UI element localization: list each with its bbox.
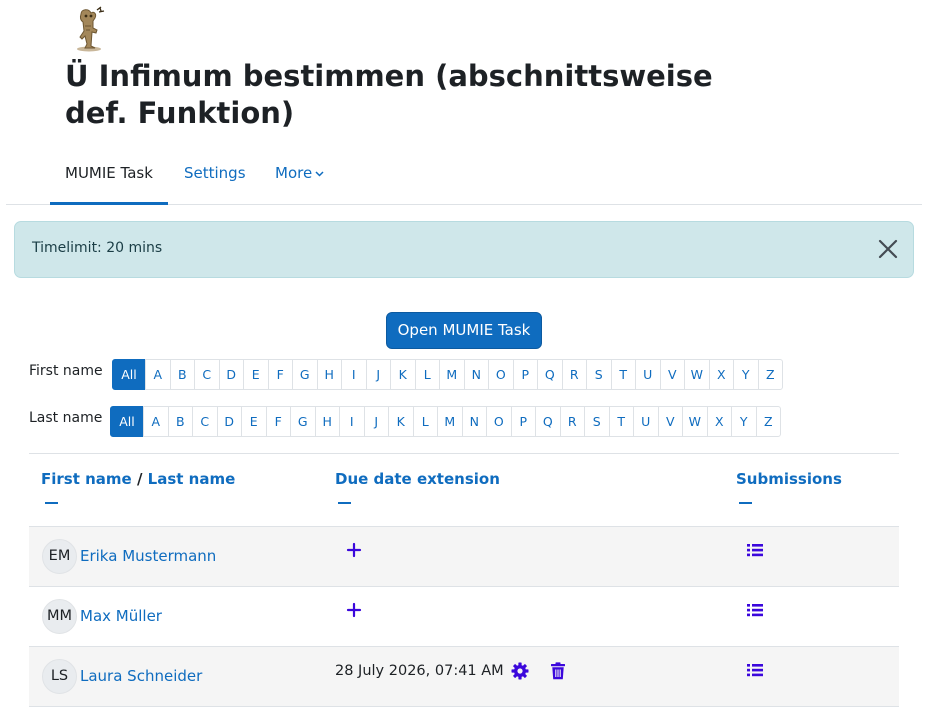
first-name-initial-v[interactable]: V [659,359,685,390]
last-name-initial-f[interactable]: F [265,406,291,437]
trash-icon[interactable] [550,662,566,680]
first-name-initial-p[interactable]: P [512,359,538,390]
collapse-due-date-column[interactable] [338,502,351,504]
last-name-initial-i[interactable]: I [339,406,365,437]
last-name-initial-q[interactable]: Q [535,406,561,437]
submissions-column-header[interactable]: Submissions [736,470,842,488]
first-name-initial-k[interactable]: K [390,359,416,390]
first-name-filter-label: First name [29,363,103,379]
avatar: LS [42,659,77,694]
sort-first-name-link[interactable]: First name [41,470,132,488]
table-row: MM Max Müller [29,587,899,647]
user-name-link[interactable]: Erika Mustermann [80,547,216,565]
last-name-initial-e[interactable]: E [241,406,267,437]
first-name-initial-d[interactable]: D [218,359,244,390]
last-name-initial-m[interactable]: M [437,406,463,437]
last-name-initial-p[interactable]: P [510,406,536,437]
name-column-header: First name / Last name [41,470,235,488]
first-name-initial-q[interactable]: Q [537,359,563,390]
due-date-value: 28 July 2026, 07:41 AM [335,663,504,679]
last-name-initial-n[interactable]: N [461,406,487,437]
sort-last-name-link[interactable]: Last name [148,470,236,488]
first-name-initial-x[interactable]: X [708,359,734,390]
first-name-initial-o[interactable]: O [488,359,514,390]
tab-more-label: More [275,164,313,182]
last-name-initial-k[interactable]: K [388,406,414,437]
user-name-link[interactable]: Laura Schneider [80,667,202,685]
first-name-initial-w[interactable]: W [684,359,710,390]
last-name-initial-b[interactable]: B [167,406,193,437]
last-name-initial-c[interactable]: C [192,406,218,437]
first-name-initial-t[interactable]: T [610,359,636,390]
first-name-initial-r[interactable]: R [561,359,587,390]
close-icon[interactable] [877,238,899,260]
last-name-initial-d[interactable]: D [216,406,242,437]
last-name-initial-z[interactable]: Z [755,406,781,437]
first-name-initial-all[interactable]: All [112,359,146,390]
last-name-initial-x[interactable]: X [706,406,732,437]
tab-settings[interactable]: Settings [184,152,246,205]
participants-table: First name / Last name Due date extensio… [29,453,899,707]
open-mumie-task-button[interactable]: Open MUMIE Task [386,312,542,349]
first-name-initial-y[interactable]: Y [733,359,759,390]
last-name-initial-y[interactable]: Y [731,406,757,437]
activity-logo [77,6,105,52]
first-name-initial-e[interactable]: E [243,359,269,390]
alert-text: Timelimit: 20 mins [32,240,163,256]
table-header: First name / Last name Due date extensio… [29,454,899,527]
list-icon[interactable] [746,542,764,558]
first-name-initial-a[interactable]: A [145,359,171,390]
first-name-initials-bar: All A B C D E F G H I J K L M N O P Q R S T U V W X Y Z [112,359,783,390]
timelimit-alert: Timelimit: 20 mins [14,221,914,278]
list-icon[interactable] [746,662,764,678]
last-name-initial-all[interactable]: All [110,406,144,437]
header-separator: / [136,470,143,488]
plus-icon[interactable] [346,540,362,560]
last-name-initial-v[interactable]: V [657,406,683,437]
table-row: LS Laura Schneider 28 July 2026, 07:41 A… [29,647,899,707]
first-name-initial-i[interactable]: I [341,359,367,390]
plus-icon[interactable] [346,600,362,620]
avatar: MM [42,599,77,634]
due-date-column-header[interactable]: Due date extension [335,470,500,488]
tab-more[interactable]: More [275,152,324,205]
last-name-initial-u[interactable]: U [633,406,659,437]
last-name-initials-bar: All A B C D E F G H I J K L M N O P Q R S T U V W X Y Z [110,406,781,437]
last-name-initial-t[interactable]: T [608,406,634,437]
first-name-initial-h[interactable]: H [316,359,342,390]
user-name-link[interactable]: Max Müller [80,607,162,625]
first-name-initial-g[interactable]: G [292,359,318,390]
first-name-initial-u[interactable]: U [635,359,661,390]
last-name-initial-w[interactable]: W [682,406,708,437]
last-name-initial-s[interactable]: S [584,406,610,437]
first-name-initial-l[interactable]: L [414,359,440,390]
first-name-initial-z[interactable]: Z [757,359,783,390]
last-name-initial-o[interactable]: O [486,406,512,437]
first-name-initial-s[interactable]: S [586,359,612,390]
first-name-initial-n[interactable]: N [463,359,489,390]
last-name-initial-r[interactable]: R [559,406,585,437]
page-title: Ü Infimum bestimmen (abschnittsweise def… [65,59,713,130]
last-name-initial-a[interactable]: A [143,406,169,437]
collapse-submissions-column[interactable] [739,502,752,504]
first-name-initial-b[interactable]: B [169,359,195,390]
last-name-initial-h[interactable]: H [314,406,340,437]
last-name-initial-l[interactable]: L [412,406,438,437]
gear-icon[interactable] [511,662,529,680]
last-name-initial-j[interactable]: J [363,406,389,437]
first-name-initial-m[interactable]: M [439,359,465,390]
last-name-filter-label: Last name [29,410,103,426]
collapse-name-column[interactable] [45,502,58,504]
secondary-navigation: MUMIE Task Settings More [6,152,922,205]
first-name-initial-c[interactable]: C [194,359,220,390]
table-row: EM Erika Mustermann [29,527,899,587]
list-icon[interactable] [746,602,764,618]
chevron-down-icon [315,171,324,177]
first-name-initial-f[interactable]: F [267,359,293,390]
last-name-initial-g[interactable]: G [290,406,316,437]
first-name-initial-j[interactable]: J [365,359,391,390]
tab-mumie-task[interactable]: MUMIE Task [50,152,168,205]
avatar: EM [42,539,77,574]
